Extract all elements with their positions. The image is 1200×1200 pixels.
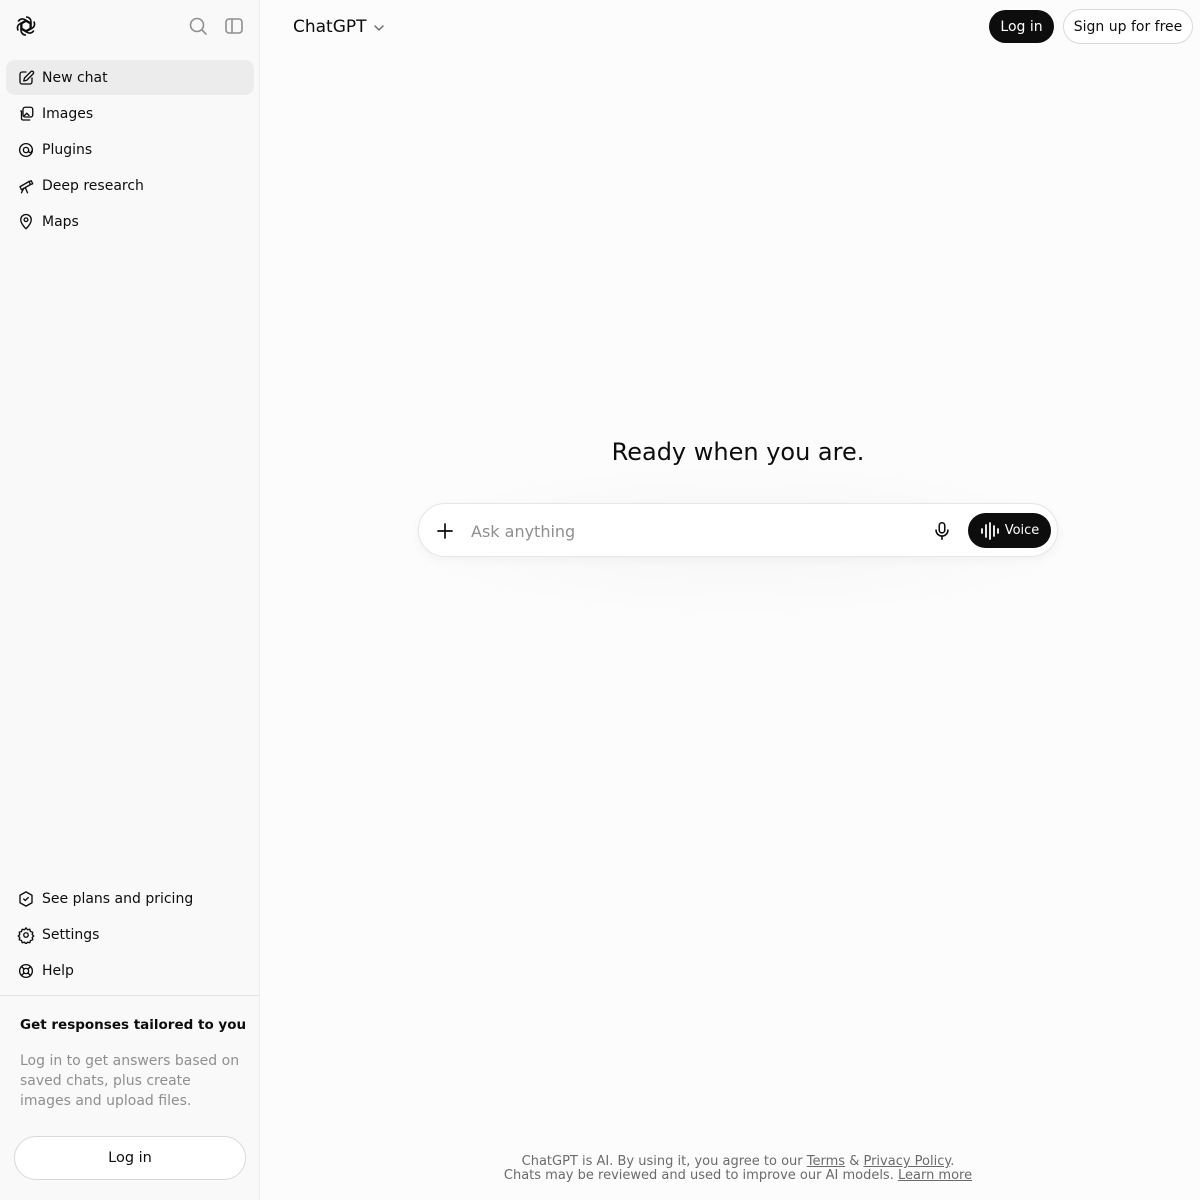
sidebar-divider — [0, 995, 259, 996]
microphone-icon[interactable] — [931, 520, 953, 542]
prompt-input[interactable] — [471, 516, 911, 546]
terms-link[interactable]: Terms — [807, 1154, 845, 1169]
sidebar-item-images[interactable]: Images — [6, 96, 254, 131]
composer: Voice — [418, 503, 1058, 557]
lifebuoy-icon — [16, 961, 36, 981]
footer-disclaimer: ChatGPT is AI. By using it, you agree to… — [418, 1155, 1058, 1183]
sidebar-toggle-icon[interactable] — [222, 14, 246, 38]
plugins-icon — [16, 140, 36, 160]
footer-text: Chats may be reviewed and used to improv… — [503, 1168, 898, 1183]
sidebar-item-plugins[interactable]: Plugins — [6, 132, 254, 167]
sidebar-item-help[interactable]: Help — [6, 953, 254, 988]
sidebar-item-label: Maps — [42, 213, 79, 230]
model-name: ChatGPT — [293, 17, 367, 37]
signup-button[interactable]: Sign up for free — [1063, 9, 1193, 44]
promo-text: Log in to get answers based on saved cha… — [20, 1053, 240, 1109]
learn-more-link[interactable]: Learn more — [898, 1168, 972, 1183]
waveform-icon — [980, 521, 1000, 540]
privacy-link[interactable]: Privacy Policy — [863, 1154, 950, 1169]
sidebar: New chat Images Plugins Deep research Ma… — [0, 0, 260, 1200]
promo-title: Get responses tailored to you — [20, 1017, 247, 1033]
sidebar-login-button[interactable]: Log in — [14, 1136, 246, 1180]
sidebar-item-plans[interactable]: See plans and pricing — [6, 881, 254, 916]
map-pin-icon — [16, 212, 36, 232]
edit-icon — [16, 68, 36, 88]
sidebar-header — [0, 0, 259, 52]
footer-text: & — [845, 1154, 864, 1169]
telescope-icon — [16, 176, 36, 196]
sidebar-item-new-chat[interactable]: New chat — [6, 60, 254, 95]
plus-icon[interactable] — [433, 519, 457, 543]
sidebar-item-maps[interactable]: Maps — [6, 204, 254, 239]
openai-logo-icon[interactable] — [14, 14, 38, 38]
voice-label: Voice — [1004, 523, 1040, 538]
sidebar-item-label: See plans and pricing — [42, 890, 194, 907]
chevron-down-icon — [372, 20, 386, 34]
sidebar-nav: New chat Images Plugins Deep research Ma… — [6, 60, 254, 240]
images-icon — [16, 104, 36, 124]
footer-text: ChatGPT is AI. By using it, you agree to… — [521, 1154, 807, 1169]
sidebar-item-label: Plugins — [42, 141, 93, 158]
sidebar-item-deep-research[interactable]: Deep research — [6, 168, 254, 203]
gear-icon — [16, 925, 36, 945]
footer-text: . — [950, 1154, 955, 1169]
header-login-button[interactable]: Log in — [989, 10, 1054, 43]
sidebar-item-settings[interactable]: Settings — [6, 917, 254, 952]
search-icon[interactable] — [186, 14, 210, 38]
model-switcher[interactable]: ChatGPT — [293, 14, 386, 40]
sidebar-bottom-nav: See plans and pricing Settings Help — [6, 881, 254, 989]
sidebar-item-label: Help — [42, 962, 74, 979]
footer-line-1: ChatGPT is AI. By using it, you agree to… — [418, 1155, 1058, 1169]
sidebar-item-label: Images — [42, 105, 94, 122]
sidebar-item-label: Deep research — [42, 177, 144, 194]
hero-title: Ready when you are. — [611, 438, 865, 466]
voice-button[interactable]: Voice — [968, 513, 1051, 548]
sidebar-item-label: Settings — [42, 926, 100, 943]
badge-icon — [16, 889, 36, 909]
sidebar-item-label: New chat — [42, 69, 108, 86]
footer-line-2: Chats may be reviewed and used to improv… — [418, 1169, 1058, 1183]
